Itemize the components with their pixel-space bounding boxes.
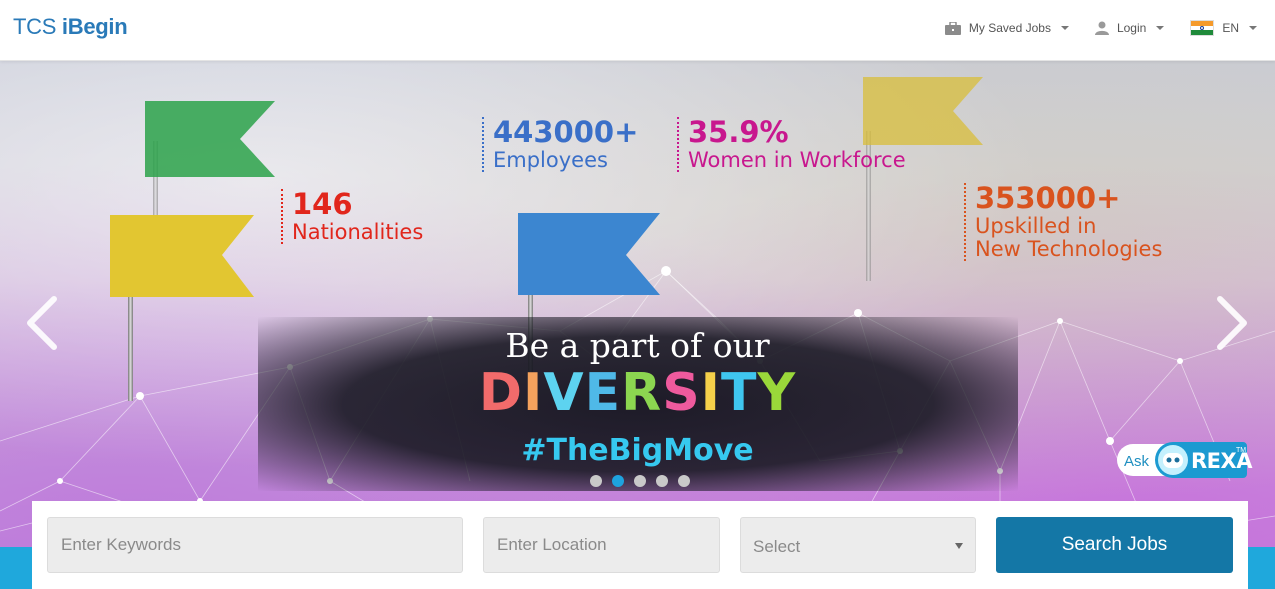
job-search-panel: Select Search Jobs (32, 501, 1248, 589)
select-value: Select (753, 537, 801, 556)
site-header: TCS iBegin My Saved Jobs Login EN (0, 0, 1275, 61)
top-nav: My Saved Jobs Login EN (944, 0, 1257, 56)
location-input[interactable] (483, 517, 720, 573)
carousel-dot[interactable] (612, 475, 624, 487)
diversity-letter: D (478, 363, 524, 423)
language-menu[interactable]: EN (1190, 20, 1257, 36)
stat-label: Nationalities (292, 219, 424, 244)
chevron-down-icon (1156, 26, 1165, 30)
my-saved-jobs-label: My Saved Jobs (968, 21, 1051, 35)
stat-label-line1: Upskilled in (975, 213, 1097, 238)
logo-name: iBegin (61, 14, 128, 39)
stat-number: 146 (292, 187, 353, 221)
diversity-letter: S (662, 363, 701, 423)
stat-label: Employees (493, 147, 608, 172)
ask-label: Ask (1124, 453, 1150, 470)
yellow-flag-icon (110, 215, 254, 297)
diversity-letter: Y (757, 363, 797, 423)
green-flag-icon (145, 101, 275, 177)
dropdown-arrow-icon (955, 543, 963, 549)
diversity-heading: DIVERSITY (0, 363, 1275, 423)
india-flag-icon (1190, 20, 1215, 36)
diversity-letter: I (700, 363, 722, 423)
carousel-dot[interactable] (590, 475, 602, 487)
stat-nationalities: 146 Nationalities (281, 187, 424, 244)
stat-employees: 443000+ Employees (482, 115, 639, 172)
carousel-dot[interactable] (656, 475, 668, 487)
diversity-letter: T (721, 363, 758, 423)
banner-tagline: Be a part of our (505, 326, 770, 365)
diversity-letter: I (523, 363, 544, 423)
stat-number: 35.9% (688, 115, 789, 149)
stat-label-line2: New Technologies (975, 236, 1163, 261)
briefcase-icon (944, 21, 961, 35)
chevron-down-icon (1249, 26, 1257, 30)
stat-number: 353000+ (975, 181, 1121, 215)
category-select[interactable]: Select (740, 517, 976, 573)
chevron-down-icon (1060, 26, 1069, 30)
trademark-label: TM (1236, 447, 1247, 454)
blue-flag-icon (518, 213, 660, 295)
stat-women-in-workforce: 35.9% Women in Workforce (677, 115, 906, 172)
carousel-dot[interactable] (634, 475, 646, 487)
carousel-dot[interactable] (678, 475, 690, 487)
keywords-input[interactable] (47, 517, 463, 573)
stat-number: 443000+ (493, 115, 639, 149)
diversity-letter: V (543, 363, 585, 423)
tcs-ibegin-logo[interactable]: TCS iBegin (13, 14, 128, 40)
stat-label: Women in Workforce (688, 147, 906, 172)
diversity-letter: E (584, 363, 622, 423)
stat-upskilled: 353000+ Upskilled in New Technologies (964, 181, 1163, 262)
language-label: EN (1222, 21, 1239, 35)
login-menu[interactable]: Login (1094, 21, 1165, 35)
ask-rexa-chatbot-button[interactable]: Ask REXA TM (1117, 442, 1252, 478)
diversity-letter: R (621, 363, 663, 423)
hashtag-text: #TheBigMove (521, 433, 754, 468)
login-label: Login (1116, 21, 1147, 35)
search-jobs-button[interactable]: Search Jobs (996, 517, 1233, 573)
user-icon (1094, 21, 1109, 35)
logo-prefix: TCS (13, 14, 57, 39)
my-saved-jobs-menu[interactable]: My Saved Jobs (944, 21, 1069, 35)
robot-face-icon (1158, 445, 1188, 475)
carousel-indicators (590, 475, 690, 487)
hero-carousel: 146 Nationalities 443000+ Employees 35.9… (0, 61, 1275, 547)
